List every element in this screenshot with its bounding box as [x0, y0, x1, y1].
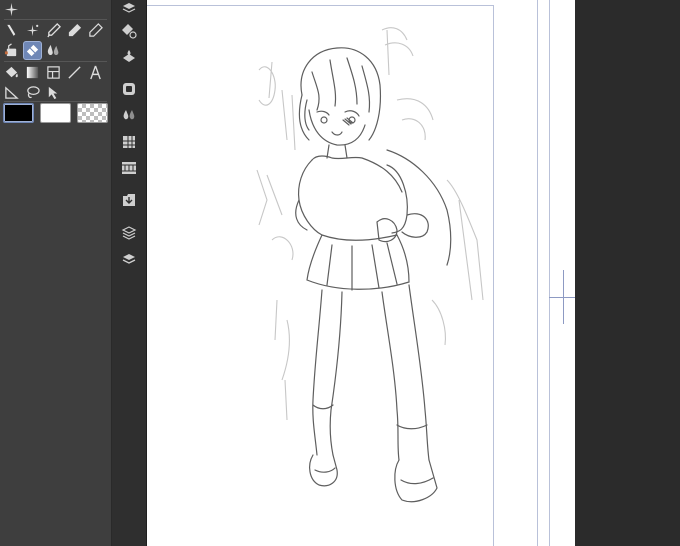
- fill-bucket-tool-icon[interactable]: [2, 41, 21, 60]
- fill-layer-icon[interactable]: [119, 48, 139, 66]
- divider: [4, 61, 107, 62]
- workspace-background: [575, 0, 680, 546]
- divider: [4, 101, 107, 102]
- sub-color-swatch[interactable]: [40, 103, 71, 123]
- main-color-swatch[interactable]: [3, 103, 34, 123]
- pen-tool-icon[interactable]: [2, 21, 21, 40]
- sparkle-pencil-icon[interactable]: [23, 21, 42, 40]
- polyline-icon[interactable]: [2, 83, 21, 102]
- gradient-icon[interactable]: [23, 63, 42, 82]
- transparency-icon[interactable]: [119, 106, 139, 124]
- fountain-pen-icon[interactable]: [86, 21, 105, 40]
- drawing-canvas[interactable]: [147, 0, 575, 546]
- eraser-icon[interactable]: [23, 41, 42, 60]
- layers-icon[interactable]: [119, 250, 139, 268]
- ink-pen-icon[interactable]: [65, 21, 84, 40]
- tool-row-fill: [2, 63, 105, 82]
- tool-row-select: [2, 83, 63, 102]
- pencil-sketch-of-girl: [256, 27, 484, 503]
- frame-border-icon[interactable]: [44, 63, 63, 82]
- timeline-icon[interactable]: [119, 159, 139, 177]
- command-bar: [112, 0, 147, 546]
- sparkle-icon[interactable]: [2, 0, 21, 19]
- tool-panel: [0, 0, 112, 546]
- lasso-icon[interactable]: [23, 83, 42, 102]
- tool-row-erase: [2, 41, 63, 60]
- divider: [4, 19, 107, 20]
- text-tool-icon[interactable]: [86, 63, 105, 82]
- grid-icon[interactable]: [119, 133, 139, 151]
- layer-settings-icon[interactable]: [119, 0, 139, 18]
- layer-stack-settings-icon[interactable]: [119, 224, 139, 242]
- marker-icon[interactable]: [44, 21, 63, 40]
- tool-panel-header: [2, 0, 21, 19]
- erase-selection-icon[interactable]: [119, 22, 139, 40]
- transparent-color-swatch[interactable]: [77, 103, 108, 123]
- tool-row-drawing: [2, 21, 105, 40]
- reference-layer-icon[interactable]: [119, 80, 139, 98]
- blend-drop-icon[interactable]: [44, 41, 63, 60]
- select-arrow-icon[interactable]: [44, 83, 63, 102]
- export-icon[interactable]: [119, 191, 139, 209]
- line-icon[interactable]: [65, 63, 84, 82]
- paint-bucket-icon[interactable]: [2, 63, 21, 82]
